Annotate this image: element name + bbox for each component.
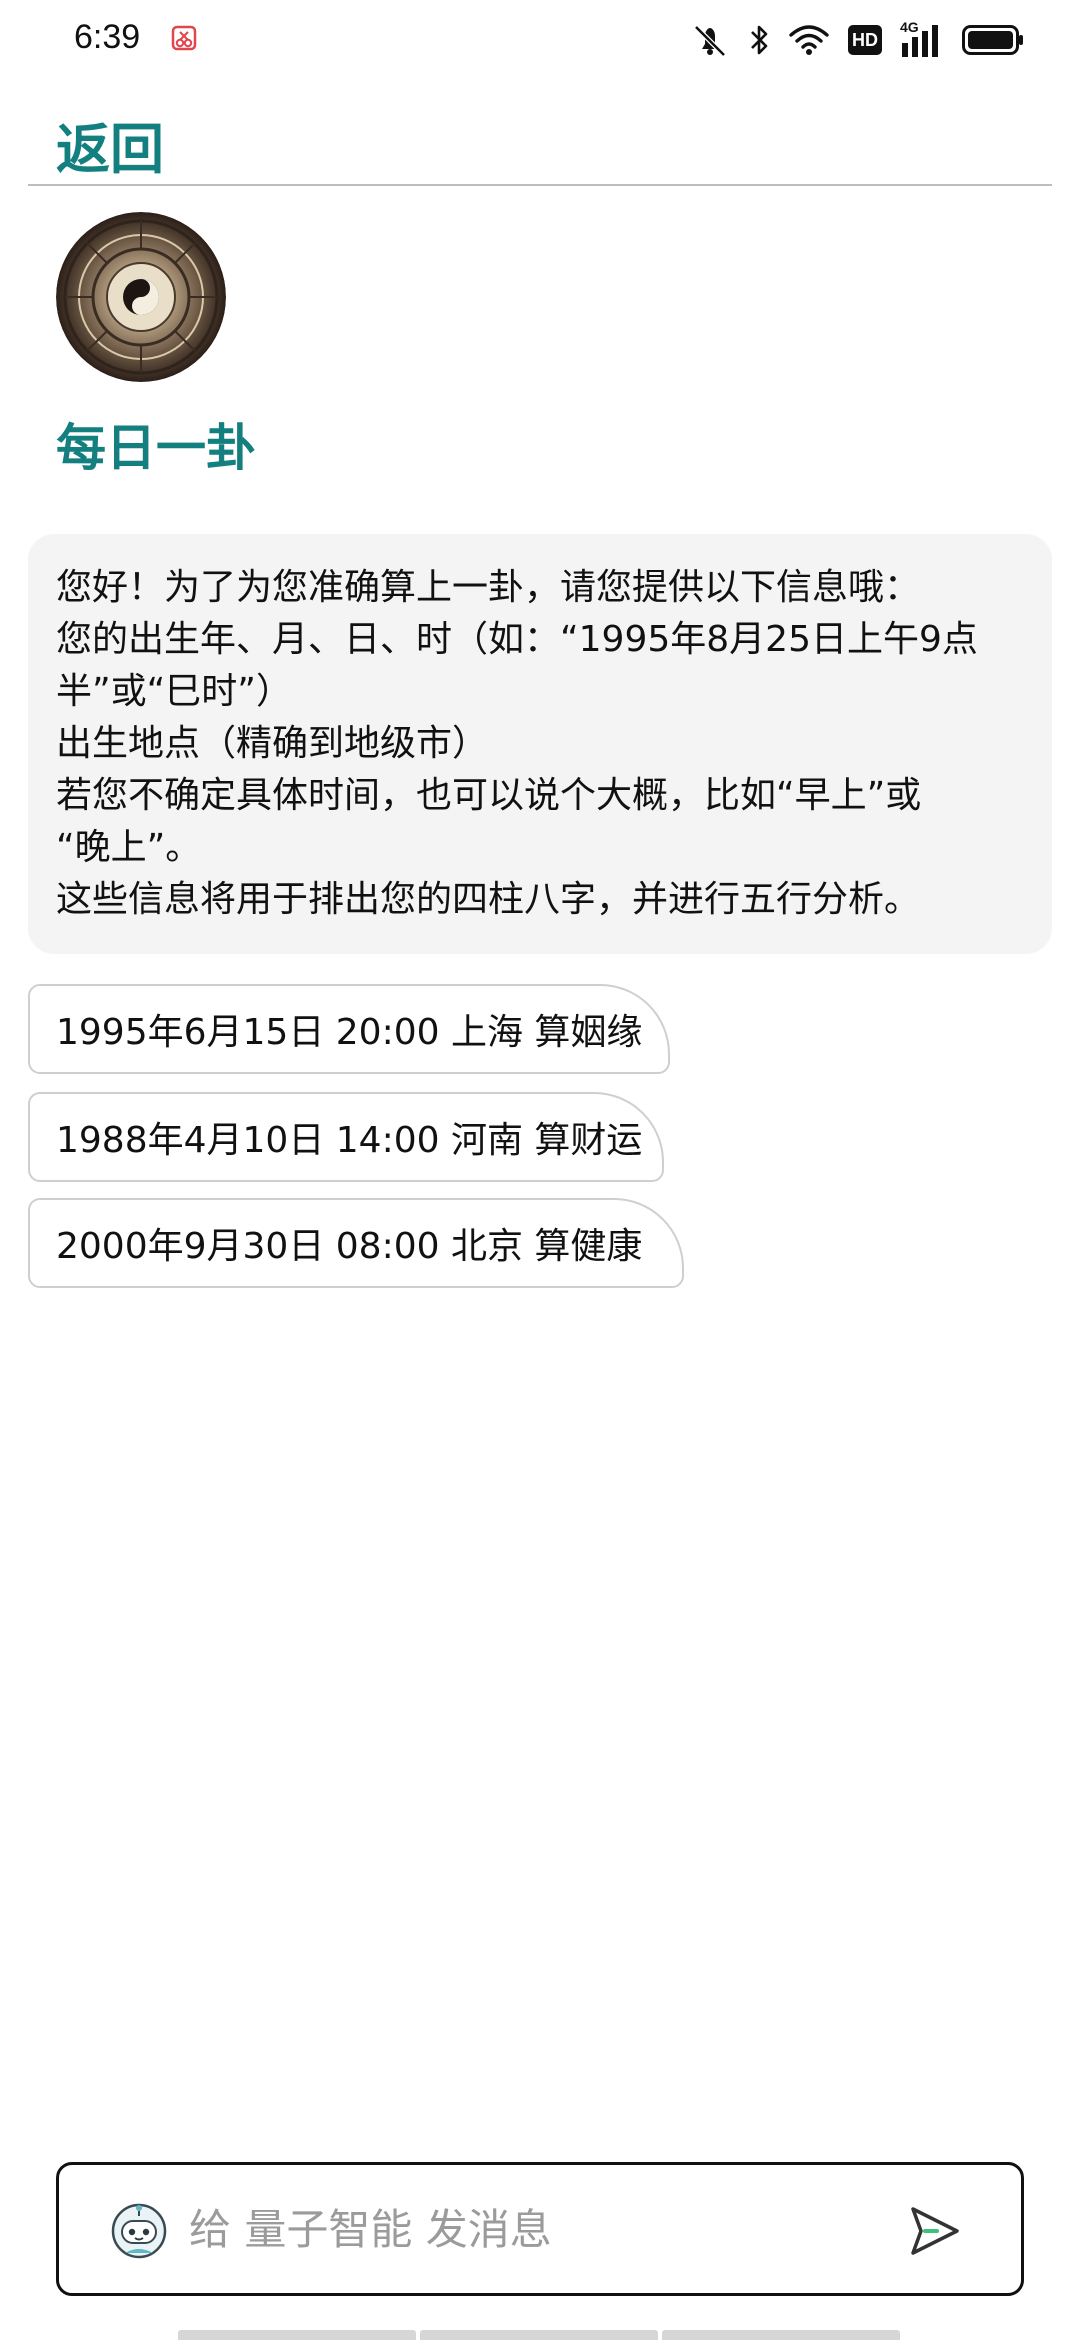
hd-icon: HD: [848, 25, 882, 55]
greeting-line: 半”或“巳时”）: [56, 671, 292, 712]
status-time: 6:39: [74, 18, 141, 56]
greeting-line: “晚上”。: [56, 827, 202, 868]
send-icon[interactable]: [901, 2199, 965, 2263]
hd-label: HD: [852, 29, 878, 50]
bagua-compass-avatar: [56, 212, 226, 382]
suggestion-chip-marriage[interactable]: 1995年6月15日 20:00 上海 算姻缘: [28, 984, 670, 1074]
greeting-line: 您好！为了为您准确算上一卦，请您提供以下信息哦：: [56, 567, 921, 608]
status-icons: HD 4G: [690, 19, 1024, 60]
greeting-line: 这些信息将用于排出您的四柱八字，并进行五行分析。: [56, 879, 921, 920]
greeting-line: 若您不确定具体时间，也可以说个大概，比如“早上”或: [56, 775, 922, 816]
message-composer: [56, 2162, 1024, 2296]
greeting-line: 您的出生年、月、日、时（如：“1995年8月25日上午9点: [56, 619, 978, 660]
wifi-icon: [789, 25, 829, 55]
home-indicator[interactable]: [178, 2330, 900, 2340]
bot-name: 每日一卦: [56, 419, 256, 477]
message-input[interactable]: [189, 2193, 809, 2265]
screen-record-icon: [171, 25, 197, 51]
greeting-message-bubble: 您好！为了为您准确算上一卦，请您提供以下信息哦： 您的出生年、月、日、时（如：“…: [28, 534, 1052, 954]
suggestion-chip-health[interactable]: 2000年9月30日 08:00 北京 算健康: [28, 1198, 684, 1288]
suggestion-chip-wealth[interactable]: 1988年4月10日 14:00 河南 算财运: [28, 1092, 664, 1182]
mute-icon: [694, 25, 726, 57]
home-indicator-segment: [662, 2330, 900, 2340]
back-button[interactable]: 返回: [56, 118, 164, 182]
battery-icon: [962, 25, 1023, 55]
robot-icon: [111, 2203, 167, 2259]
status-bar: 6:39 HD 4G: [0, 0, 1080, 80]
home-indicator-segment: [178, 2330, 416, 2340]
header-divider: [28, 184, 1052, 186]
bot-avatar: [56, 212, 226, 382]
bluetooth-icon: [751, 25, 768, 55]
4g-signal-icon: 4G: [900, 19, 944, 57]
greeting-line: 出生地点（精确到地级市）: [56, 723, 489, 764]
home-indicator-segment: [420, 2330, 658, 2340]
